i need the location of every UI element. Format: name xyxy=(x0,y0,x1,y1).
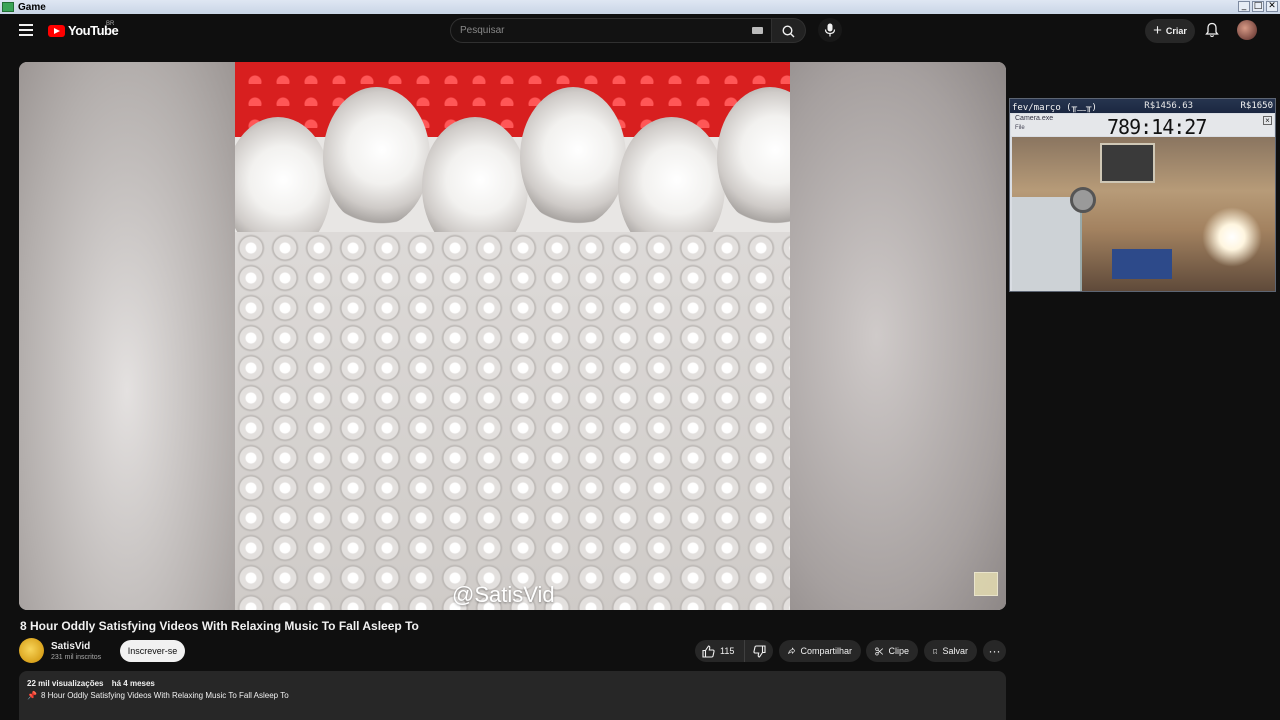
camera-overlay: fev/março (╥﹏╥) R$1456.63 R$1650 Camera.… xyxy=(1009,98,1276,292)
video-watermark: @SatisVid xyxy=(452,582,555,607)
share-icon xyxy=(788,647,796,655)
save-button[interactable]: Salvar xyxy=(924,640,977,662)
like-button[interactable]: 115 xyxy=(695,640,745,662)
youtube-header: YouTube BR + Criar xyxy=(0,14,1280,48)
minimize-button[interactable]: _ xyxy=(1238,1,1250,12)
description-stats: 22 mil visualizações há 4 meses xyxy=(27,679,161,688)
share-button[interactable]: Compartilhar xyxy=(779,640,861,662)
star-piping-texture xyxy=(235,232,790,610)
camera-window-title: Camera.exe xyxy=(1015,115,1054,122)
blurred-backdrop-right xyxy=(790,62,1006,610)
bookmark-icon xyxy=(933,648,938,654)
app-icon xyxy=(2,2,14,12)
search-box xyxy=(450,18,772,43)
blurred-backdrop-left xyxy=(19,62,235,610)
youtube-play-icon xyxy=(48,24,65,37)
subscriber-count: 231 mil inscritos xyxy=(51,654,102,661)
channel-avatar[interactable] xyxy=(19,638,44,663)
plus-icon: + xyxy=(1153,22,1162,39)
microphone-icon xyxy=(824,23,836,37)
dislike-button[interactable] xyxy=(745,640,773,662)
view-count: 22 mil visualizações xyxy=(27,679,104,688)
thumbs-up-icon xyxy=(702,644,715,658)
user-avatar[interactable] xyxy=(1237,20,1257,40)
description-text: 8 Hour Oddly Satisfying Videos With Rela… xyxy=(40,691,289,700)
clip-label: Clipe xyxy=(888,646,909,656)
upload-date: há 4 meses xyxy=(111,679,155,688)
goal-target: R$1650 xyxy=(1240,101,1273,111)
video-player[interactable]: @SatisVid xyxy=(19,62,1006,610)
close-window-button[interactable]: ✕ xyxy=(1266,1,1278,12)
window-title: Game xyxy=(18,1,46,13)
keyboard-icon[interactable] xyxy=(752,27,763,34)
clip-button[interactable]: Clipe xyxy=(866,640,918,662)
thumbs-down-icon xyxy=(752,644,766,658)
save-label: Salvar xyxy=(942,646,968,656)
video-frame xyxy=(235,62,790,610)
goal-current: R$1456.63 xyxy=(1144,101,1194,111)
create-label: Criar xyxy=(1165,26,1187,36)
voice-search-button[interactable] xyxy=(818,18,842,42)
more-actions-button[interactable]: ··· xyxy=(983,640,1006,662)
channel-name[interactable]: SatisVid xyxy=(51,641,90,652)
share-label: Compartilhar xyxy=(800,646,852,656)
pushpin-icon: 📌 xyxy=(27,691,37,700)
camera-close-icon[interactable]: × xyxy=(1263,116,1272,125)
search-icon xyxy=(782,25,795,38)
subscribe-button[interactable]: Inscrever-se xyxy=(120,640,185,662)
create-button[interactable]: + Criar xyxy=(1145,19,1195,43)
window-titlebar: Game _ □ ✕ xyxy=(0,0,1280,14)
like-count: 115 xyxy=(720,646,735,656)
description-box[interactable]: 22 mil visualizações há 4 meses 📌 8 Hour… xyxy=(19,671,1006,720)
webcam-feed xyxy=(1012,137,1275,291)
search-button[interactable] xyxy=(772,18,806,43)
window-controls: _ □ ✕ xyxy=(1238,1,1278,12)
camera-window-titlebar: Camera.exe File 789:14:27 × xyxy=(1011,114,1274,139)
search-input[interactable] xyxy=(451,19,771,42)
goal-label: fev/março (╥﹏╥) xyxy=(1012,102,1097,113)
scissors-icon xyxy=(875,647,884,655)
notifications-bell-icon[interactable] xyxy=(1205,22,1219,38)
channel-branding-icon[interactable] xyxy=(974,572,998,596)
description-first-line: 📌 8 Hour Oddly Satisfying Videos With Re… xyxy=(27,691,289,700)
maximize-button[interactable]: □ xyxy=(1252,1,1264,12)
country-code: BR xyxy=(106,21,115,27)
donation-goal-bar: fev/março (╥﹏╥) R$1456.63 R$1650 xyxy=(1010,99,1275,113)
camera-file-menu[interactable]: File xyxy=(1015,125,1025,131)
like-dislike-group: 115 xyxy=(695,640,773,662)
stream-timer: 789:14:27 xyxy=(1107,115,1207,139)
video-title: 8 Hour Oddly Satisfying Videos With Rela… xyxy=(20,619,419,633)
hamburger-menu-icon[interactable] xyxy=(19,24,33,36)
